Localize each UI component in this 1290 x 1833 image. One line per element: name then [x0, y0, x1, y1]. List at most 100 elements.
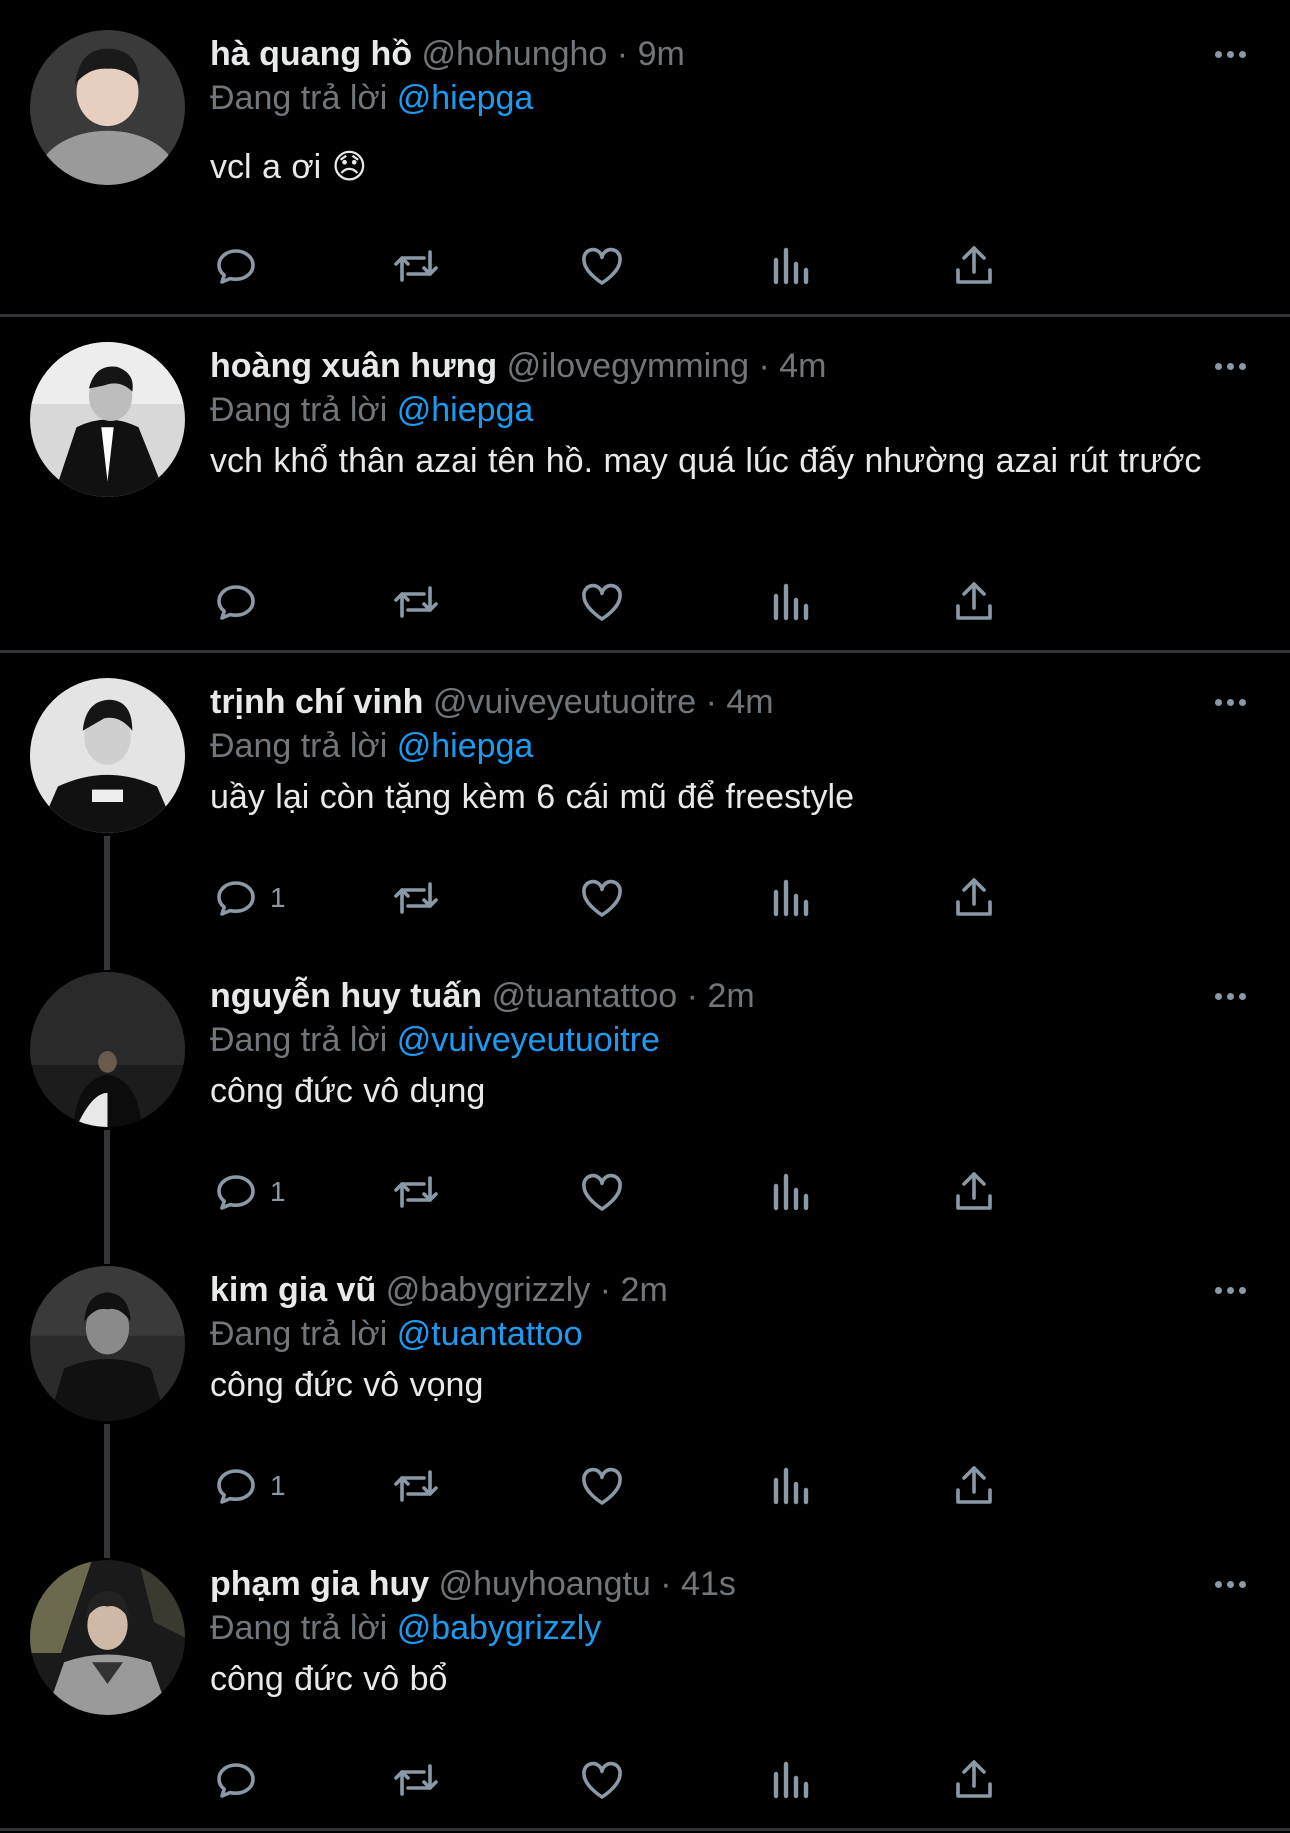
- more-icon[interactable]: [1200, 976, 1260, 1016]
- display-name[interactable]: kim gia vũ: [210, 1271, 376, 1309]
- replying-to-handle[interactable]: @hiepga: [397, 727, 534, 765]
- timestamp[interactable]: · 9m: [617, 35, 685, 73]
- timestamp[interactable]: · 2m: [687, 977, 755, 1015]
- reply-button[interactable]: [212, 574, 270, 630]
- avatar[interactable]: [30, 342, 185, 497]
- tweet-text: vch khổ thân azai tên hồ. may quá lúc đấ…: [210, 442, 1202, 480]
- display-name[interactable]: hoàng xuân hưng: [210, 347, 497, 385]
- avatar[interactable]: [30, 972, 185, 1127]
- divider: [0, 650, 1290, 653]
- replying-to-handle[interactable]: @vuiveyeutuoitre: [397, 1021, 660, 1059]
- share-button[interactable]: [950, 574, 998, 630]
- share-icon: [950, 1168, 998, 1216]
- retweet-button[interactable]: [392, 1164, 440, 1220]
- more-icon[interactable]: [1200, 1270, 1260, 1310]
- tweet-header: kim gia vũ @babygrizzly · 2m: [210, 1270, 1230, 1310]
- retweet-button[interactable]: [392, 1458, 440, 1514]
- retweet-icon: [392, 578, 440, 626]
- action-bar: [210, 238, 1130, 294]
- timestamp[interactable]: · 41s: [660, 1565, 736, 1603]
- views-button[interactable]: [766, 1752, 814, 1808]
- more-icon[interactable]: [1200, 346, 1260, 386]
- share-button[interactable]: [950, 238, 998, 294]
- replying-to-handle[interactable]: @tuantattoo: [397, 1315, 583, 1353]
- share-button[interactable]: [950, 1752, 998, 1808]
- share-button[interactable]: [950, 1164, 998, 1220]
- username[interactable]: @hohungho: [422, 35, 608, 73]
- views-icon: [766, 1462, 814, 1510]
- views-button[interactable]: [766, 1458, 814, 1514]
- share-icon: [950, 1462, 998, 1510]
- views-icon: [766, 874, 814, 922]
- like-icon: [578, 874, 626, 922]
- thread-line: [104, 1130, 110, 1264]
- share-button[interactable]: [950, 870, 998, 926]
- display-name[interactable]: trịnh chí vinh: [210, 683, 423, 721]
- avatar[interactable]: [30, 678, 185, 833]
- avatar[interactable]: [30, 1560, 185, 1715]
- like-button[interactable]: [578, 870, 626, 926]
- action-bar: 1: [210, 1458, 1130, 1514]
- timestamp[interactable]: · 4m: [758, 347, 826, 385]
- divider: [0, 1828, 1290, 1831]
- reply-icon: [212, 242, 260, 290]
- reply-button[interactable]: [212, 1752, 270, 1808]
- more-icon[interactable]: [1200, 1564, 1260, 1604]
- views-button[interactable]: [766, 870, 814, 926]
- retweet-button[interactable]: [392, 870, 440, 926]
- replying-to: Đang trả lời @babygrizzly: [210, 1608, 1230, 1648]
- retweet-button[interactable]: [392, 574, 440, 630]
- avatar[interactable]: [30, 30, 185, 185]
- views-icon: [766, 1756, 814, 1804]
- replying-to: Đang trả lời @tuantattoo: [210, 1314, 1230, 1354]
- share-button[interactable]: [950, 1458, 998, 1514]
- views-button[interactable]: [766, 1164, 814, 1220]
- username[interactable]: @huyhoangtu: [439, 1565, 651, 1603]
- share-icon: [950, 1756, 998, 1804]
- tweet-header: nguyễn huy tuấn @tuantattoo · 2m: [210, 976, 1230, 1016]
- tweet-header: phạm gia huy @huyhoangtu · 41s: [210, 1564, 1230, 1604]
- replying-to: Đang trả lời @hiepga: [210, 78, 1230, 118]
- like-button[interactable]: [578, 1752, 626, 1808]
- replying-to-handle[interactable]: @babygrizzly: [397, 1609, 602, 1647]
- reply-button[interactable]: 1: [212, 1164, 286, 1220]
- reply-icon: [212, 1168, 260, 1216]
- retweet-icon: [392, 874, 440, 922]
- username[interactable]: @vuiveyeutuoitre: [433, 683, 696, 721]
- reply-button[interactable]: 1: [212, 1458, 286, 1514]
- reply-button[interactable]: [212, 238, 270, 294]
- username[interactable]: @babygrizzly: [386, 1271, 591, 1309]
- timestamp[interactable]: · 2m: [600, 1271, 668, 1309]
- reply-icon: [212, 874, 260, 922]
- retweet-button[interactable]: [392, 1752, 440, 1808]
- like-button[interactable]: [578, 1458, 626, 1514]
- display-name[interactable]: hà quang hồ: [210, 35, 412, 73]
- username[interactable]: @tuantattoo: [491, 977, 677, 1015]
- timestamp[interactable]: · 4m: [706, 683, 774, 721]
- like-icon: [578, 1168, 626, 1216]
- action-bar: [210, 574, 1130, 630]
- views-icon: [766, 578, 814, 626]
- replying-to-handle[interactable]: @hiepga: [397, 391, 534, 429]
- views-button[interactable]: [766, 574, 814, 630]
- retweet-button[interactable]: [392, 238, 440, 294]
- tweet-text: công đức vô dụng: [210, 1072, 486, 1110]
- like-button[interactable]: [578, 238, 626, 294]
- display-name[interactable]: phạm gia huy: [210, 1565, 429, 1603]
- reply-button[interactable]: 1: [212, 870, 286, 926]
- replying-to-label: Đang trả lời: [210, 391, 388, 429]
- replying-to-label: Đang trả lời: [210, 1021, 388, 1059]
- username[interactable]: @ilovegymming: [507, 347, 749, 385]
- reply-icon: [212, 1756, 260, 1804]
- replying-to-handle[interactable]: @hiepga: [397, 79, 534, 117]
- divider: [0, 314, 1290, 317]
- like-button[interactable]: [578, 574, 626, 630]
- like-button[interactable]: [578, 1164, 626, 1220]
- replying-to-label: Đang trả lời: [210, 1315, 388, 1353]
- views-button[interactable]: [766, 238, 814, 294]
- thread-line: [104, 1424, 110, 1558]
- more-icon[interactable]: [1200, 682, 1260, 722]
- avatar[interactable]: [30, 1266, 185, 1421]
- display-name[interactable]: nguyễn huy tuấn: [210, 977, 482, 1015]
- more-icon[interactable]: [1200, 34, 1260, 74]
